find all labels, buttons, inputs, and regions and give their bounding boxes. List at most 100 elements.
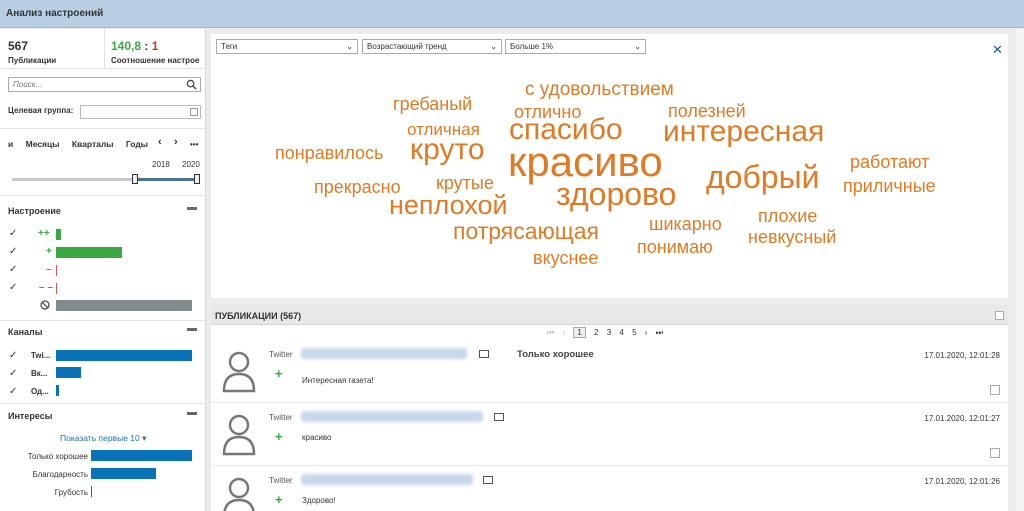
- check-icon[interactable]: ✓: [9, 368, 17, 379]
- interest-label: Грубость: [54, 488, 88, 497]
- select-all-checkbox[interactable]: [995, 311, 1004, 320]
- chevron-right-icon[interactable]: ›: [174, 136, 178, 148]
- author-name-blurred[interactable]: [301, 348, 467, 359]
- check-icon[interactable]: ✓: [9, 350, 17, 361]
- period-tab-short[interactable]: и: [8, 139, 13, 149]
- threshold-dropdown[interactable]: Больше 1% ⌄: [505, 39, 646, 54]
- post-text: Здорово!: [302, 496, 336, 505]
- cloud-word[interactable]: здорово: [556, 178, 676, 210]
- period-tab-months[interactable]: Месяцы: [26, 139, 60, 149]
- cloud-word[interactable]: работают: [850, 153, 929, 171]
- period-tab-years[interactable]: Годы: [126, 139, 148, 149]
- check-icon[interactable]: ✓: [9, 246, 17, 257]
- cloud-word[interactable]: потрясающая: [453, 220, 599, 243]
- sentiment-bar[interactable]: [56, 229, 61, 240]
- first-page-icon[interactable]: ⏮: [547, 328, 554, 338]
- cloud-word[interactable]: вкуснее: [533, 249, 598, 267]
- cloud-word[interactable]: шикарно: [649, 215, 722, 233]
- page-2[interactable]: 2: [594, 328, 598, 337]
- interest-bar[interactable]: [91, 450, 192, 461]
- prev-page-icon[interactable]: ‹: [562, 328, 565, 337]
- trend-dropdown[interactable]: Возрастающий тренд ⌄: [362, 39, 502, 54]
- ratio-separator: :: [141, 39, 152, 53]
- slider-handle-start[interactable]: [132, 174, 138, 184]
- avatar-icon: [222, 351, 256, 393]
- publications-header: ПУБЛИКАЦИИ (567): [211, 305, 1008, 325]
- cloud-word[interactable]: невкусный: [748, 228, 836, 246]
- author-name-blurred[interactable]: [301, 474, 473, 485]
- sentiment-bar[interactable]: [56, 265, 57, 276]
- avatar-icon: [223, 477, 255, 511]
- right-scroll-strip[interactable]: [1016, 29, 1024, 511]
- sentiment-bar[interactable]: [56, 247, 122, 258]
- cloud-word[interactable]: интересная: [663, 117, 824, 147]
- profile-card-icon[interactable]: [494, 413, 504, 421]
- period-tab-quarters[interactable]: Кварталы: [72, 139, 114, 149]
- post-checkbox[interactable]: [990, 385, 1000, 395]
- cloud-word[interactable]: с удовольствием: [525, 80, 674, 99]
- cloud-word[interactable]: гребаный: [393, 95, 472, 113]
- author-name-blurred[interactable]: [301, 411, 483, 422]
- search-input[interactable]: [9, 78, 179, 91]
- cloud-word[interactable]: понравилось: [275, 144, 383, 162]
- interest-bar[interactable]: [91, 486, 92, 497]
- page-3[interactable]: 3: [607, 328, 611, 337]
- cloud-word[interactable]: плохие: [758, 207, 817, 225]
- channel-bar[interactable]: [56, 350, 192, 361]
- chevron-down-icon: ⌄: [634, 42, 641, 51]
- add-icon[interactable]: +: [275, 429, 283, 444]
- cloud-word[interactable]: приличные: [843, 177, 936, 195]
- threshold-dropdown-value: Больше 1%: [510, 42, 554, 51]
- add-icon[interactable]: +: [275, 492, 283, 507]
- sentiment-sign-very-positive: ++: [38, 228, 50, 239]
- more-icon[interactable]: •••: [190, 140, 198, 149]
- publications-stat[interactable]: 567 Публикации: [8, 39, 56, 65]
- sentiment-bar[interactable]: [56, 300, 192, 311]
- add-icon[interactable]: +: [275, 366, 283, 381]
- post-time: 17.01.2020, 12:01:26: [924, 477, 1000, 486]
- channel-bar[interactable]: [56, 367, 81, 378]
- cloud-word[interactable]: прекрасно: [314, 178, 401, 196]
- pager: ⏮ ‹ 1 2 3 4 5 › ⏭: [544, 327, 666, 338]
- collapse-icon[interactable]: [187, 328, 197, 331]
- collapse-icon[interactable]: [187, 207, 197, 210]
- channel-bar[interactable]: [56, 385, 59, 396]
- check-icon[interactable]: ✓: [9, 264, 17, 275]
- target-group-field[interactable]: [80, 105, 201, 119]
- last-page-icon[interactable]: ⏭: [656, 328, 663, 338]
- cloud-word[interactable]: добрый: [706, 161, 819, 193]
- check-icon[interactable]: ✓: [9, 228, 17, 239]
- post-checkbox[interactable]: [990, 448, 1000, 458]
- ratio-positive: 140,8: [111, 39, 142, 53]
- publications-panel: ПУБЛИКАЦИИ (567) ⏮ ‹ 1 2 3 4 5 › ⏭ Twitt…: [211, 305, 1008, 511]
- check-icon[interactable]: ✓: [9, 386, 17, 397]
- page-1[interactable]: 1: [573, 327, 586, 338]
- cloud-word[interactable]: круто: [410, 135, 485, 165]
- divider: [0, 128, 206, 129]
- search-icon[interactable]: [186, 79, 197, 90]
- publication-row[interactable]: Twitter + Здорово! 17.01.2020, 12:01:26: [211, 467, 1008, 511]
- chevron-left-icon[interactable]: ‹: [158, 136, 162, 148]
- next-page-icon[interactable]: ›: [645, 328, 648, 337]
- close-icon[interactable]: ✕: [992, 42, 1003, 58]
- publication-row[interactable]: Twitter Только хорошее + Интересная газе…: [211, 341, 1008, 403]
- show-first-link[interactable]: Показать первые 10 ▾: [60, 433, 146, 444]
- profile-card-icon[interactable]: [479, 350, 489, 358]
- interest-bar[interactable]: [91, 468, 156, 479]
- page-5[interactable]: 5: [632, 328, 636, 337]
- slider-handle-end[interactable]: [194, 174, 200, 184]
- divider: [0, 195, 206, 196]
- value-help-icon[interactable]: [190, 108, 198, 116]
- sentiment-sign-negative: –: [46, 264, 52, 275]
- publication-row[interactable]: Twitter + красиво 17.01.2020, 12:01:27: [211, 404, 1008, 466]
- ratio-stat[interactable]: 140,8 : 1 Соотношение настрое: [104, 29, 206, 69]
- profile-card-icon[interactable]: [483, 476, 493, 484]
- cloud-word[interactable]: понимаю: [637, 238, 713, 256]
- collapse-icon[interactable]: [187, 412, 197, 415]
- publications-label: Публикации: [8, 56, 57, 65]
- cloud-word[interactable]: неплохой: [389, 192, 508, 219]
- sentiment-bar[interactable]: [56, 283, 57, 294]
- type-dropdown[interactable]: Теги ⌄: [216, 39, 358, 54]
- check-icon[interactable]: ✓: [9, 282, 17, 293]
- page-4[interactable]: 4: [619, 328, 623, 337]
